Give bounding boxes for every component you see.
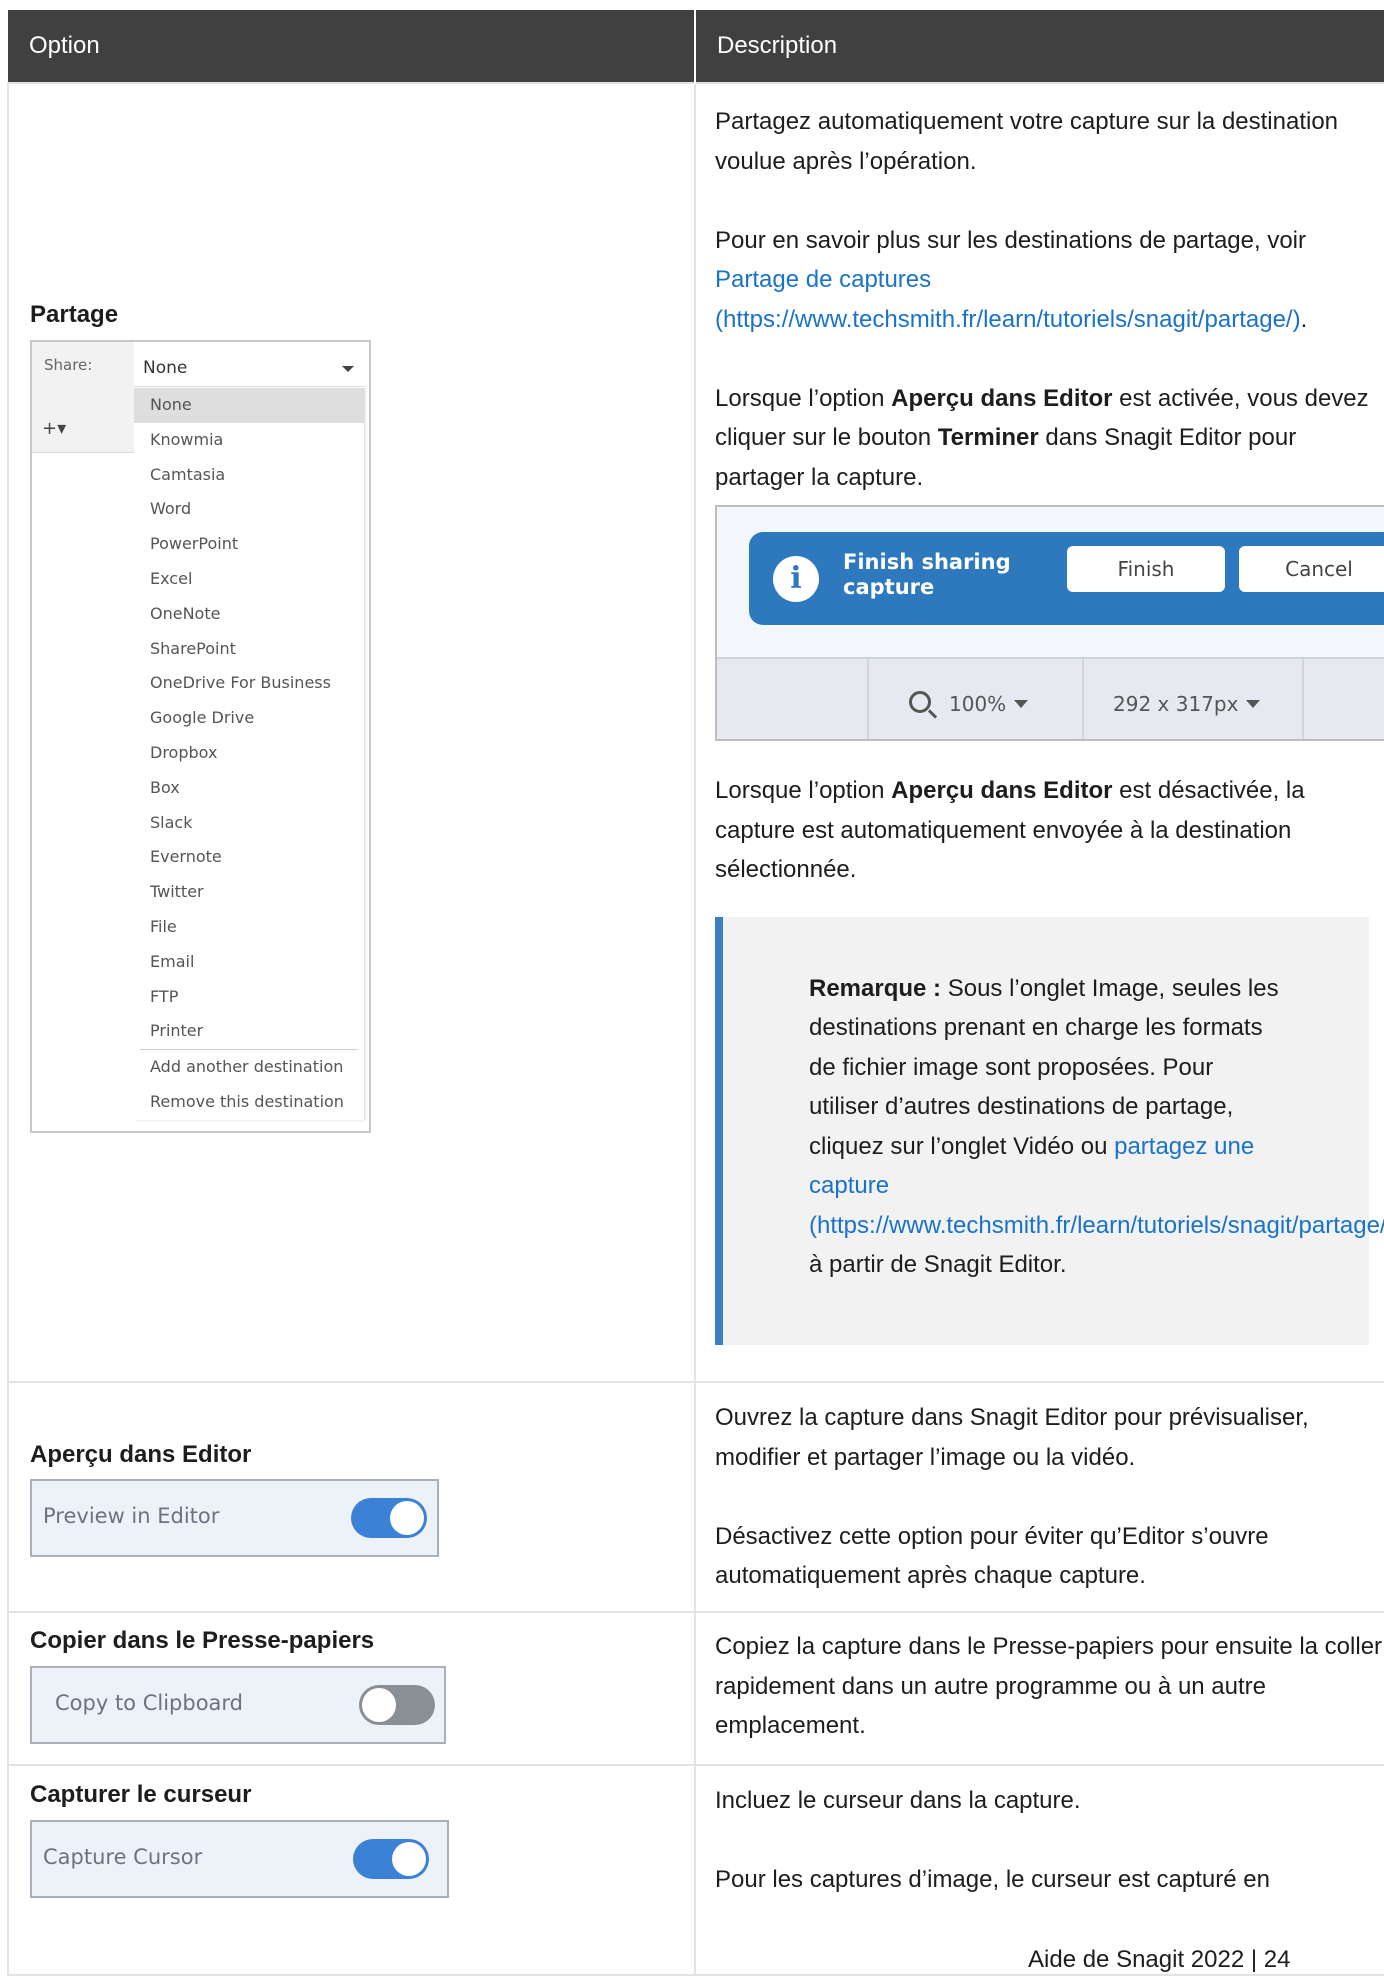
paragraph: Copiez la capture dans le Presse-papiers…	[715, 1633, 1383, 1739]
share-menu-item[interactable]: SharePoint	[134, 632, 364, 667]
option-cell-cursor: Capturer le curseur Capture Cursor	[7, 1764, 696, 1976]
table-row: Aperçu dans Editor Preview in Editor Ouv…	[7, 1381, 1384, 1613]
options-table: Option Description Partage Share: +▾ Non…	[7, 10, 1384, 1976]
chevron-down-icon	[342, 366, 354, 372]
header-option: Option	[8, 10, 696, 83]
cursor-toggle-switch[interactable]	[353, 1839, 429, 1879]
cancel-button[interactable]: Cancel	[1239, 546, 1384, 592]
share-menu: None Knowmia Camtasia Word PowerPoint Excel On…	[134, 388, 365, 1120]
finish-message: Finish sharing capture	[843, 550, 1011, 599]
option-title: Partage	[30, 301, 119, 328]
share-menu-item[interactable]: None	[134, 388, 364, 423]
share-menu-item[interactable]: OneDrive For Business	[134, 666, 364, 701]
page-footer: Aide de Snagit 2022 | 24	[1028, 1946, 1291, 1973]
note-label: Remarque :	[809, 974, 942, 1002]
description-cell-preview: Ouvrez la capture dans Snagit Editor pou…	[694, 1381, 1384, 1613]
header-description: Description	[695, 10, 1384, 83]
share-selected-value: None	[143, 358, 188, 378]
search-icon	[909, 691, 931, 713]
share-menu-item[interactable]: Dropbox	[134, 736, 364, 771]
description-cell-clipboard: Copiez la capture dans le Presse-papiers…	[694, 1611, 1384, 1766]
share-menu-item[interactable]: Camtasia	[134, 458, 364, 493]
toggle-label: Copy to Clipboard	[55, 1691, 244, 1715]
description-cell-share: Partagez automatiquement votre capture s…	[694, 82, 1384, 1383]
share-menu-item[interactable]: OneNote	[134, 597, 364, 632]
toggle-label: Preview in Editor	[43, 1504, 220, 1528]
editor-status-bar: 100% 292 x 317px	[717, 657, 1384, 739]
share-select[interactable]: None	[134, 348, 364, 387]
share-menu-item[interactable]: Box	[134, 771, 364, 806]
share-menu-item[interactable]: FTP	[134, 980, 364, 1015]
toggle-label: Capture Cursor	[43, 1845, 203, 1869]
paragraph: Incluez le curseur dans la capture.	[715, 1787, 1081, 1814]
share-menu-action[interactable]: Add another destination	[134, 1050, 364, 1085]
description-cell-cursor: Incluez le curseur dans la capture. Pour…	[694, 1764, 1384, 1976]
share-menu-item[interactable]: Printer	[134, 1014, 364, 1049]
table-row: Partage Share: +▾ None None Knowmia Camtas…	[7, 82, 1384, 1383]
note-box: Remarque : Sous l’onglet Image, seules l…	[715, 916, 1384, 1345]
table-row: Copier dans le Presse-papiers Copy to Cl…	[7, 1611, 1384, 1766]
share-menu-item[interactable]: Excel	[134, 562, 364, 597]
finish-button[interactable]: Finish	[1067, 546, 1225, 592]
share-menu-item[interactable]: File	[134, 910, 364, 945]
table-row: Capturer le curseur Capture Cursor Inclu…	[7, 1764, 1384, 1976]
caret-down-icon	[1014, 700, 1029, 708]
paragraph: Ouvrez la capture dans Snagit Editor pou…	[715, 1404, 1309, 1471]
paragraph: Lorsque l’option Aperçu dans Editor est …	[715, 384, 1369, 491]
preview-toggle-switch[interactable]	[351, 1498, 427, 1538]
info-icon: i	[773, 556, 819, 602]
table-header-row: Option Description	[8, 10, 1384, 83]
paragraph: Pour les captures d’image, le curseur es…	[715, 1866, 1270, 1893]
paragraph: Partagez automatiquement votre capture s…	[715, 108, 1339, 175]
finish-sharing-banner: i Finish sharing capture Finish Cancel	[749, 532, 1384, 625]
option-cell-clipboard: Copier dans le Presse-papiers Copy to Cl…	[7, 1611, 696, 1766]
size-control[interactable]: 292 x 317px	[1113, 685, 1261, 725]
share-dropdown-screenshot: Share: +▾ None None Knowmia Camtasia Word Po…	[30, 340, 371, 1133]
share-menu-item[interactable]: Evernote	[134, 840, 364, 875]
clipboard-toggle-screenshot: Copy to Clipboard	[30, 1666, 446, 1744]
clipboard-toggle-switch[interactable]	[359, 1685, 435, 1725]
preview-toggle-screenshot: Preview in Editor	[30, 1479, 439, 1557]
option-cell-share: Partage Share: +▾ None None Knowmia Camtas…	[7, 82, 696, 1383]
share-menu-item[interactable]: Email	[134, 945, 364, 980]
caret-down-icon	[1246, 700, 1261, 708]
share-label: Share:	[44, 356, 93, 374]
add-destination-icon[interactable]: +▾	[42, 418, 66, 439]
share-captures-link[interactable]: Partage de captures (https://www.techsmi…	[715, 266, 1301, 333]
option-title: Capturer le curseur	[30, 1781, 252, 1808]
share-menu-item[interactable]: Word	[134, 492, 364, 527]
share-menu-item[interactable]: Knowmia	[134, 423, 364, 458]
finish-sharing-screenshot: i Finish sharing capture Finish Cancel 1…	[715, 505, 1384, 741]
share-menu-item[interactable]: PowerPoint	[134, 527, 364, 562]
paragraph: Désactivez cette option pour éviter qu’E…	[715, 1522, 1269, 1590]
share-menu-action[interactable]: Remove this destination	[134, 1085, 364, 1120]
paragraph: Pour en savoir plus sur les destinations…	[715, 226, 1308, 333]
option-title: Aperçu dans Editor	[30, 1441, 252, 1468]
cursor-toggle-screenshot: Capture Cursor	[30, 1820, 449, 1898]
document-page: Option Description Partage Share: +▾ Non…	[0, 0, 1384, 1976]
paragraph: Lorsque l’option Aperçu dans Editor est …	[715, 777, 1305, 883]
share-menu-item[interactable]: Twitter	[134, 875, 364, 910]
share-menu-item[interactable]: Slack	[134, 806, 364, 841]
option-title: Copier dans le Presse-papiers	[30, 1627, 375, 1654]
zoom-control[interactable]: 100%	[909, 685, 1029, 725]
option-cell-preview: Aperçu dans Editor Preview in Editor	[7, 1381, 696, 1613]
share-menu-item[interactable]: Google Drive	[134, 701, 364, 736]
